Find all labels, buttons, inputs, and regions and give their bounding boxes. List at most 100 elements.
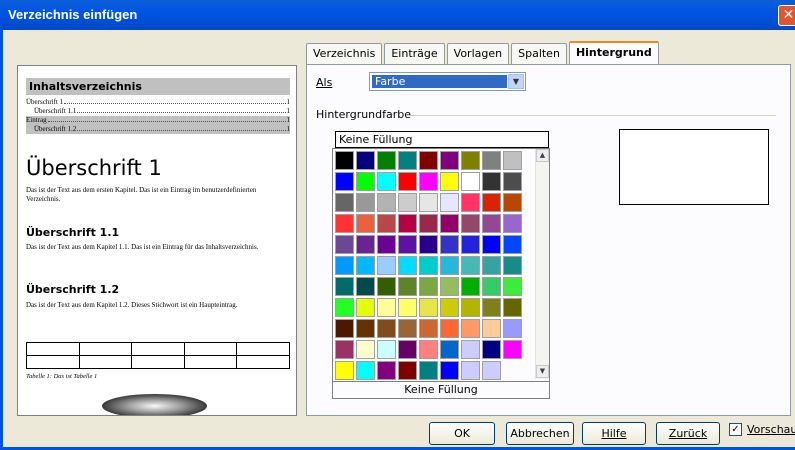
color-swatch[interactable]: [377, 151, 396, 170]
scroll-down-icon[interactable]: ▼: [536, 365, 549, 378]
tab-hintergrund[interactable]: Hintergrund: [568, 41, 659, 64]
color-swatch[interactable]: [419, 256, 438, 275]
color-swatch[interactable]: [335, 214, 354, 233]
color-swatch[interactable]: [440, 235, 459, 254]
color-swatch[interactable]: [440, 172, 459, 191]
color-swatch[interactable]: [461, 214, 480, 233]
color-swatch[interactable]: [482, 298, 501, 317]
color-swatch[interactable]: [398, 193, 417, 212]
color-swatch[interactable]: [377, 256, 396, 275]
tab-vorlagen[interactable]: Vorlagen: [446, 43, 510, 64]
color-swatch[interactable]: [419, 277, 438, 296]
close-button[interactable]: ✕: [778, 5, 795, 26]
color-swatch[interactable]: [419, 340, 438, 359]
color-swatch[interactable]: [503, 193, 522, 212]
color-swatch[interactable]: [503, 298, 522, 317]
color-swatch[interactable]: [461, 361, 480, 380]
color-swatch[interactable]: [503, 172, 522, 191]
color-swatch[interactable]: [503, 319, 522, 338]
color-swatch[interactable]: [419, 235, 438, 254]
color-swatch[interactable]: [356, 193, 375, 212]
color-swatch[interactable]: [335, 193, 354, 212]
color-swatch[interactable]: [398, 214, 417, 233]
color-swatch[interactable]: [356, 361, 375, 380]
tab-verzeichnis[interactable]: Verzeichnis: [306, 43, 383, 64]
color-swatch[interactable]: [356, 151, 375, 170]
color-swatch[interactable]: [377, 340, 396, 359]
no-fill-button[interactable]: Keine Füllung: [333, 381, 549, 398]
color-swatch[interactable]: [335, 319, 354, 338]
color-swatch[interactable]: [377, 235, 396, 254]
color-swatch[interactable]: [461, 235, 480, 254]
preview-checkbox-label[interactable]: Vorschau: [747, 423, 795, 436]
color-swatch[interactable]: [461, 256, 480, 275]
color-swatch[interactable]: [440, 256, 459, 275]
color-swatch[interactable]: [461, 172, 480, 191]
color-swatch[interactable]: [482, 361, 501, 380]
as-select[interactable]: Farbe ▼: [369, 72, 526, 91]
color-swatch[interactable]: [335, 361, 354, 380]
color-swatch[interactable]: [440, 319, 459, 338]
color-swatch[interactable]: [482, 277, 501, 296]
color-swatch[interactable]: [335, 340, 354, 359]
color-swatch[interactable]: [398, 298, 417, 317]
color-swatch[interactable]: [482, 193, 501, 212]
color-swatch[interactable]: [356, 235, 375, 254]
color-swatch[interactable]: [398, 277, 417, 296]
color-swatch[interactable]: [482, 214, 501, 233]
color-swatch[interactable]: [377, 277, 396, 296]
color-swatch[interactable]: [419, 193, 438, 212]
tab-eintraege[interactable]: Einträge: [384, 43, 445, 64]
color-swatch[interactable]: [335, 277, 354, 296]
back-button[interactable]: Zurück: [656, 422, 720, 445]
color-swatch[interactable]: [461, 319, 480, 338]
color-swatch[interactable]: [335, 151, 354, 170]
color-swatch[interactable]: [335, 172, 354, 191]
color-swatch[interactable]: [440, 298, 459, 317]
color-swatch[interactable]: [356, 214, 375, 233]
color-swatch[interactable]: [356, 319, 375, 338]
color-swatch[interactable]: [419, 298, 438, 317]
help-button[interactable]: Hilfe: [582, 422, 646, 445]
cancel-button[interactable]: Abbrechen: [506, 422, 574, 445]
color-swatch[interactable]: [482, 340, 501, 359]
color-swatch[interactable]: [482, 151, 501, 170]
color-swatch[interactable]: [440, 277, 459, 296]
color-swatch[interactable]: [503, 214, 522, 233]
color-swatch[interactable]: [335, 298, 354, 317]
color-swatch[interactable]: [482, 256, 501, 275]
chevron-down-icon[interactable]: ▼: [508, 74, 524, 89]
color-swatch[interactable]: [461, 151, 480, 170]
color-swatch[interactable]: [461, 193, 480, 212]
color-swatch[interactable]: [461, 277, 480, 296]
preview-checkbox[interactable]: ✓: [729, 423, 742, 436]
color-swatch[interactable]: [398, 151, 417, 170]
color-swatch[interactable]: [503, 151, 522, 170]
color-swatch[interactable]: [440, 214, 459, 233]
color-swatch[interactable]: [335, 256, 354, 275]
color-swatch[interactable]: [335, 235, 354, 254]
color-swatch[interactable]: [482, 235, 501, 254]
color-swatch[interactable]: [419, 319, 438, 338]
color-swatch[interactable]: [503, 340, 522, 359]
color-swatch[interactable]: [440, 151, 459, 170]
color-swatch[interactable]: [398, 340, 417, 359]
color-swatch[interactable]: [398, 235, 417, 254]
color-swatch[interactable]: [482, 319, 501, 338]
color-swatch[interactable]: [461, 340, 480, 359]
color-swatch[interactable]: [398, 319, 417, 338]
ok-button[interactable]: OK: [429, 422, 495, 445]
color-swatch[interactable]: [503, 277, 522, 296]
palette-scrollbar[interactable]: ▲ ▼: [535, 149, 549, 379]
color-swatch[interactable]: [440, 361, 459, 380]
color-swatch[interactable]: [503, 256, 522, 275]
color-swatch[interactable]: [377, 172, 396, 191]
tab-spalten[interactable]: Spalten: [511, 43, 567, 64]
scroll-up-icon[interactable]: ▲: [536, 149, 549, 162]
color-swatch[interactable]: [377, 319, 396, 338]
color-swatch[interactable]: [419, 151, 438, 170]
color-swatch[interactable]: [356, 277, 375, 296]
color-swatch[interactable]: [377, 214, 396, 233]
color-swatch[interactable]: [377, 298, 396, 317]
color-swatch[interactable]: [356, 298, 375, 317]
